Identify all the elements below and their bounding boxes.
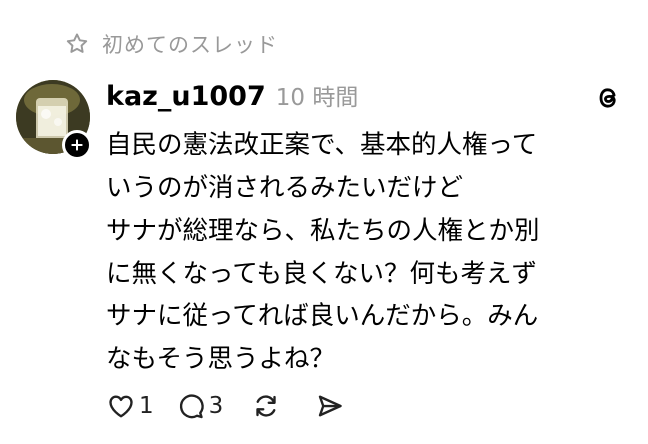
username[interactable]: kaz_u1007 xyxy=(106,81,266,112)
send-icon xyxy=(315,391,345,421)
post-paragraph: サナが総理なら、私たちの人権とか別 に無くなっても良くない？何も考えず サナに従… xyxy=(106,216,540,374)
like-button[interactable]: 1 xyxy=(106,391,154,421)
repost-icon xyxy=(251,391,281,421)
first-thread-label: 初めてのスレッド xyxy=(102,33,278,57)
follow-plus-icon[interactable] xyxy=(62,130,92,160)
share-button[interactable] xyxy=(315,391,345,421)
first-thread-banner: 初めてのスレッド xyxy=(64,28,278,60)
post-body: 自民の憲法改正案で、基本的人権って いうのが消されるみたいだけど サナが総理なら… xyxy=(106,124,626,380)
reply-count: 3 xyxy=(208,393,224,419)
reply-button[interactable]: 3 xyxy=(176,391,224,421)
post-header: kaz_u1007 10 時間 xyxy=(106,78,358,114)
comment-icon xyxy=(176,391,206,421)
post-time: 10 時間 xyxy=(275,85,359,111)
post-paragraph: 自民の憲法改正案で、基本的人権って いうのが消されるみたいだけど xyxy=(106,130,538,203)
post-actions: 1 3 xyxy=(106,388,345,424)
repost-button[interactable] xyxy=(251,391,281,421)
threads-logo-icon[interactable] xyxy=(594,84,622,112)
star-outline-icon xyxy=(64,31,90,57)
heart-icon xyxy=(106,391,136,421)
like-count: 1 xyxy=(139,393,154,419)
